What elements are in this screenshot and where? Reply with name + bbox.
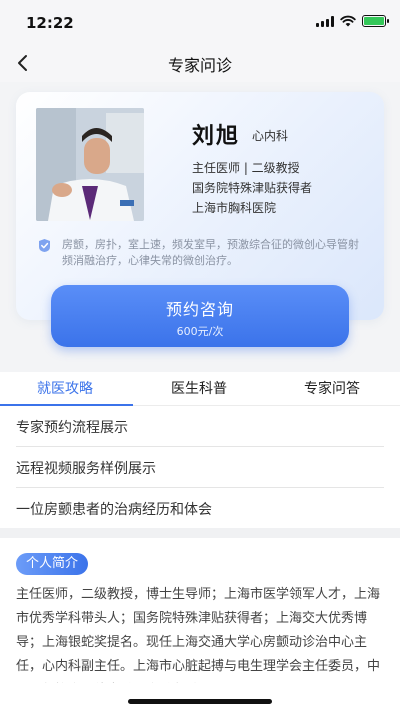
tab-qa[interactable]: 专家问答 <box>304 378 360 398</box>
bottom-area <box>0 683 400 711</box>
status-time: 12:22 <box>26 14 74 32</box>
battery-charging-icon <box>362 15 389 27</box>
doctor-specialty: 房颤，房扑，室上速，频发室早，预激综合征的微创心导管射频消融治疗，心律失常的微创… <box>62 238 359 267</box>
list-item[interactable]: 远程视频服务样例展示 <box>16 447 384 488</box>
doctor-title: 主任医师 | 二级教授 <box>192 161 300 175</box>
home-indicator <box>128 699 272 704</box>
doctor-name: 刘旭 <box>192 124 241 149</box>
list-item[interactable]: 一位房颤患者的治病经历和体会 <box>16 488 384 529</box>
status-bar: 12:22 <box>0 0 400 44</box>
guide-list: 专家预约流程展示 远程视频服务样例展示 一位房颤患者的治病经历和体会 <box>0 406 400 529</box>
doctor-department: 心内科 <box>252 129 289 143</box>
section-divider <box>0 528 400 538</box>
page-title: 专家问诊 <box>167 56 232 75</box>
book-consultation-button[interactable]: 预约咨询 600元/次 <box>51 285 349 347</box>
nav-bar: 专家问诊 <box>0 44 400 82</box>
list-item[interactable]: 专家预约流程展示 <box>16 406 384 447</box>
status-icons <box>316 15 389 27</box>
book-price: 600元/次 <box>176 325 224 338</box>
intro-badge: 个人简介 <box>16 553 89 575</box>
doctor-hospital: 上海市胸科医院 <box>192 201 277 215</box>
wifi-icon <box>340 15 356 27</box>
tab-guide[interactable]: 就医攻略 <box>37 378 93 398</box>
signal-icon <box>316 15 334 27</box>
book-label: 预约咨询 <box>165 300 234 319</box>
intro-text: 主任医师，二级教授，博士生导师；上海市医学领军人才，上海市优秀学科带头人；国务院… <box>16 587 381 674</box>
tab-bar: 就医攻略 医生科普 专家问答 <box>0 372 400 406</box>
badge-check-icon <box>39 239 50 252</box>
tab-science[interactable]: 医生科普 <box>171 378 227 398</box>
doctor-photo <box>36 108 144 221</box>
doctor-honor: 国务院特殊津贴获得者 <box>192 181 313 195</box>
